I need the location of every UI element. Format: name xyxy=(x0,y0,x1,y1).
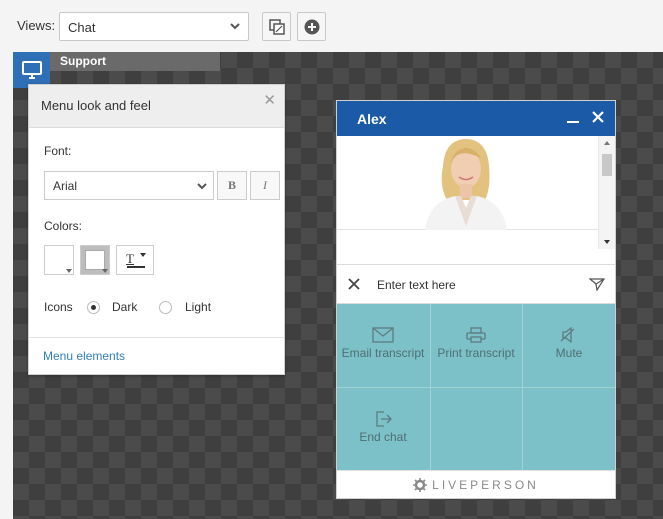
text-color-button[interactable]: T xyxy=(116,245,154,275)
menu-look-and-feel-panel: Menu look and feel ✕ Font: Arial B I Col… xyxy=(28,84,285,375)
agent-name: Alex xyxy=(357,111,387,127)
font-select-value: Arial xyxy=(53,179,78,193)
italic-button[interactable]: I xyxy=(250,171,280,200)
duplicate-icon xyxy=(268,18,285,35)
icons-light-label: Light xyxy=(185,300,212,314)
chat-transcript-area xyxy=(337,230,599,264)
caret-down-icon xyxy=(140,253,146,257)
colors-label: Colors: xyxy=(44,219,83,233)
agent-avatar xyxy=(425,139,507,230)
support-tab-label: Support xyxy=(60,54,106,68)
caret-down-icon xyxy=(66,269,72,273)
views-label: Views: xyxy=(17,18,56,33)
close-icon[interactable]: ✕ xyxy=(263,91,276,109)
email-transcript-button[interactable]: Email transcript xyxy=(337,304,429,387)
liveperson-branding: LIVEPERSON xyxy=(337,470,615,498)
print-transcript-label: Print transcript xyxy=(437,346,515,360)
chat-input-row: Enter text here xyxy=(337,264,615,304)
print-transcript-button[interactable]: Print transcript xyxy=(430,304,522,387)
email-transcript-label: Email transcript xyxy=(341,346,425,360)
icons-dark-radio[interactable] xyxy=(87,301,100,314)
end-chat-button[interactable]: End chat xyxy=(337,388,429,471)
panel-title: Menu look and feel xyxy=(41,98,151,113)
brand-name: LIVEPERSON xyxy=(432,477,539,492)
mute-label: Mute xyxy=(555,346,583,360)
border-color-swatch[interactable] xyxy=(80,245,110,275)
scroll-up-icon[interactable] xyxy=(604,141,610,145)
monitor-icon xyxy=(21,61,42,79)
icons-dark-label: Dark xyxy=(112,300,138,314)
chat-input[interactable]: Enter text here xyxy=(377,278,456,292)
icons-light-radio[interactable] xyxy=(159,301,172,314)
views-select-value: Chat xyxy=(68,20,96,35)
printer-icon xyxy=(466,327,486,343)
desktop-preview-button[interactable] xyxy=(13,52,50,88)
menu-elements-link[interactable]: Menu elements xyxy=(43,349,125,363)
chat-window-preview: Alex Enter text here Email transcript Pr… xyxy=(336,100,616,499)
icons-label: Icons xyxy=(44,300,73,314)
send-icon[interactable] xyxy=(589,277,605,291)
close-icon[interactable] xyxy=(591,110,605,124)
text-color-bar xyxy=(127,266,145,268)
views-toolbar: Views: Chat xyxy=(0,0,663,52)
font-label: Font: xyxy=(44,144,72,158)
liveperson-logo-icon xyxy=(413,477,428,492)
chevron-down-icon xyxy=(197,183,207,190)
end-chat-label: End chat xyxy=(359,430,407,444)
duplicate-view-button[interactable] xyxy=(262,12,291,41)
panel-header: Menu look and feel ✕ xyxy=(29,85,284,128)
transcript-scrollbar[interactable] xyxy=(598,136,615,249)
background-color-swatch[interactable] xyxy=(44,245,74,275)
font-select[interactable]: Arial xyxy=(44,171,214,200)
add-view-button[interactable] xyxy=(297,12,326,41)
exit-door-icon xyxy=(376,411,392,427)
mute-button[interactable]: Mute xyxy=(523,304,615,387)
caret-down-icon xyxy=(102,269,108,273)
agent-photo-area xyxy=(337,136,599,230)
close-icon[interactable] xyxy=(347,277,361,291)
views-select[interactable]: Chat xyxy=(59,12,249,41)
bold-button[interactable]: B xyxy=(217,171,247,200)
chat-actions-grid: Email transcript Print transcript Mute E… xyxy=(337,304,615,471)
text-color-glyph: T xyxy=(126,251,134,266)
speaker-mute-icon xyxy=(560,327,575,343)
minimize-icon[interactable] xyxy=(567,121,579,123)
scroll-thumb[interactable] xyxy=(602,154,612,176)
panel-footer: Menu elements xyxy=(29,337,284,374)
chevron-down-icon xyxy=(230,23,240,30)
plus-circle-icon xyxy=(304,19,319,34)
chat-header: Alex xyxy=(337,101,615,136)
envelope-icon xyxy=(372,327,394,343)
scroll-down-icon[interactable] xyxy=(604,240,610,244)
border-preview xyxy=(85,250,105,270)
